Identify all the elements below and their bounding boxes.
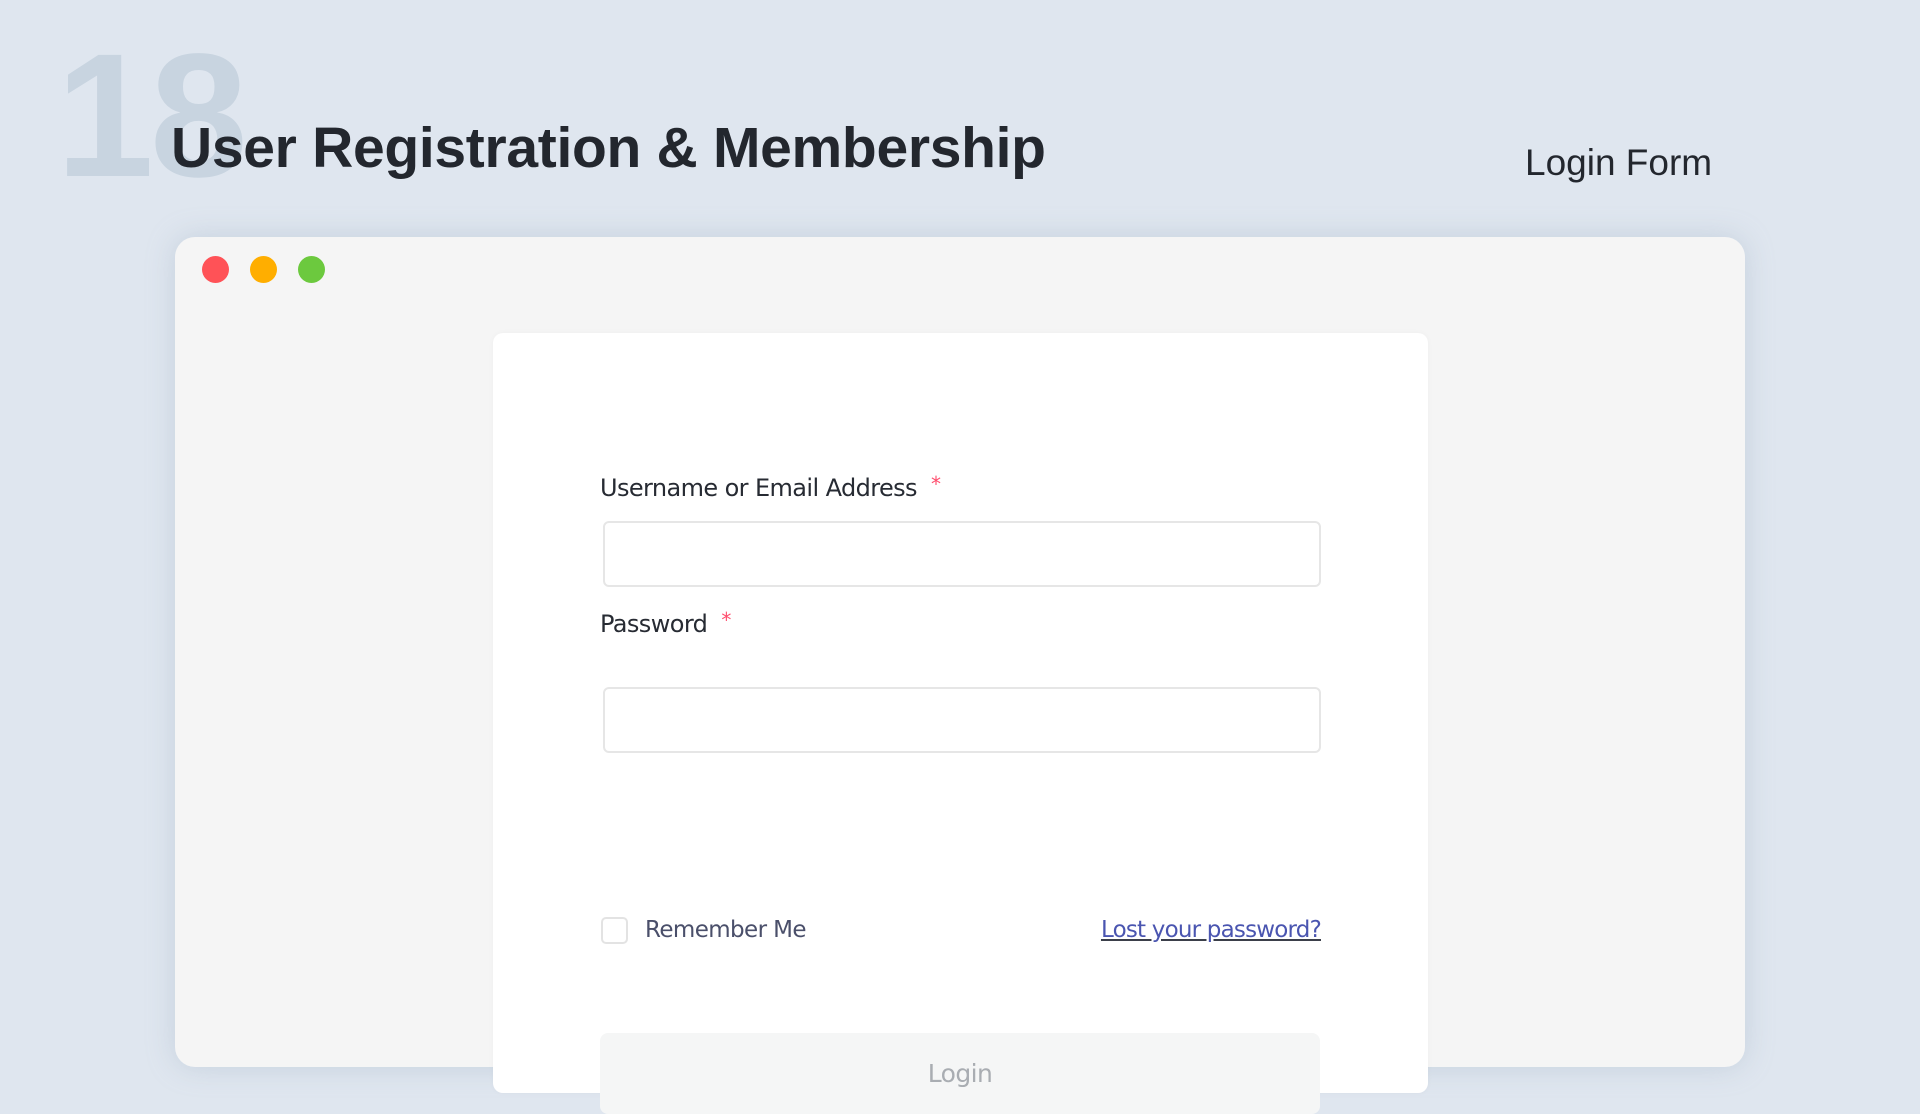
minimize-window-dot-icon[interactable] [250, 256, 277, 283]
password-label: Password * [600, 608, 731, 640]
remember-row: Remember Me Lost your password? [601, 915, 1322, 945]
password-label-text: Password [600, 610, 708, 638]
username-label-text: Username or Email Address [600, 474, 918, 502]
close-window-dot-icon[interactable] [202, 256, 229, 283]
remember-me-label[interactable]: Remember Me [645, 915, 807, 945]
login-button[interactable]: Login [600, 1033, 1320, 1114]
lost-password-link[interactable]: Lost your password? [1101, 915, 1322, 945]
username-label: Username or Email Address * [600, 472, 941, 504]
browser-window: Username or Email Address * Password * Rem… [175, 237, 1745, 1114]
maximize-window-dot-icon[interactable] [298, 256, 325, 283]
required-asterisk-icon: * [930, 472, 941, 496]
window-controls [202, 256, 325, 283]
password-input[interactable] [603, 687, 1321, 753]
page-title: User Registration & Membership [171, 116, 1046, 180]
username-input[interactable] [603, 521, 1321, 587]
remember-me-checkbox[interactable] [601, 917, 628, 944]
login-form-card: Username or Email Address * Password * Rem… [493, 333, 1428, 1114]
page-subtitle: Login Form [1525, 142, 1713, 183]
required-asterisk-icon: * [721, 608, 731, 632]
